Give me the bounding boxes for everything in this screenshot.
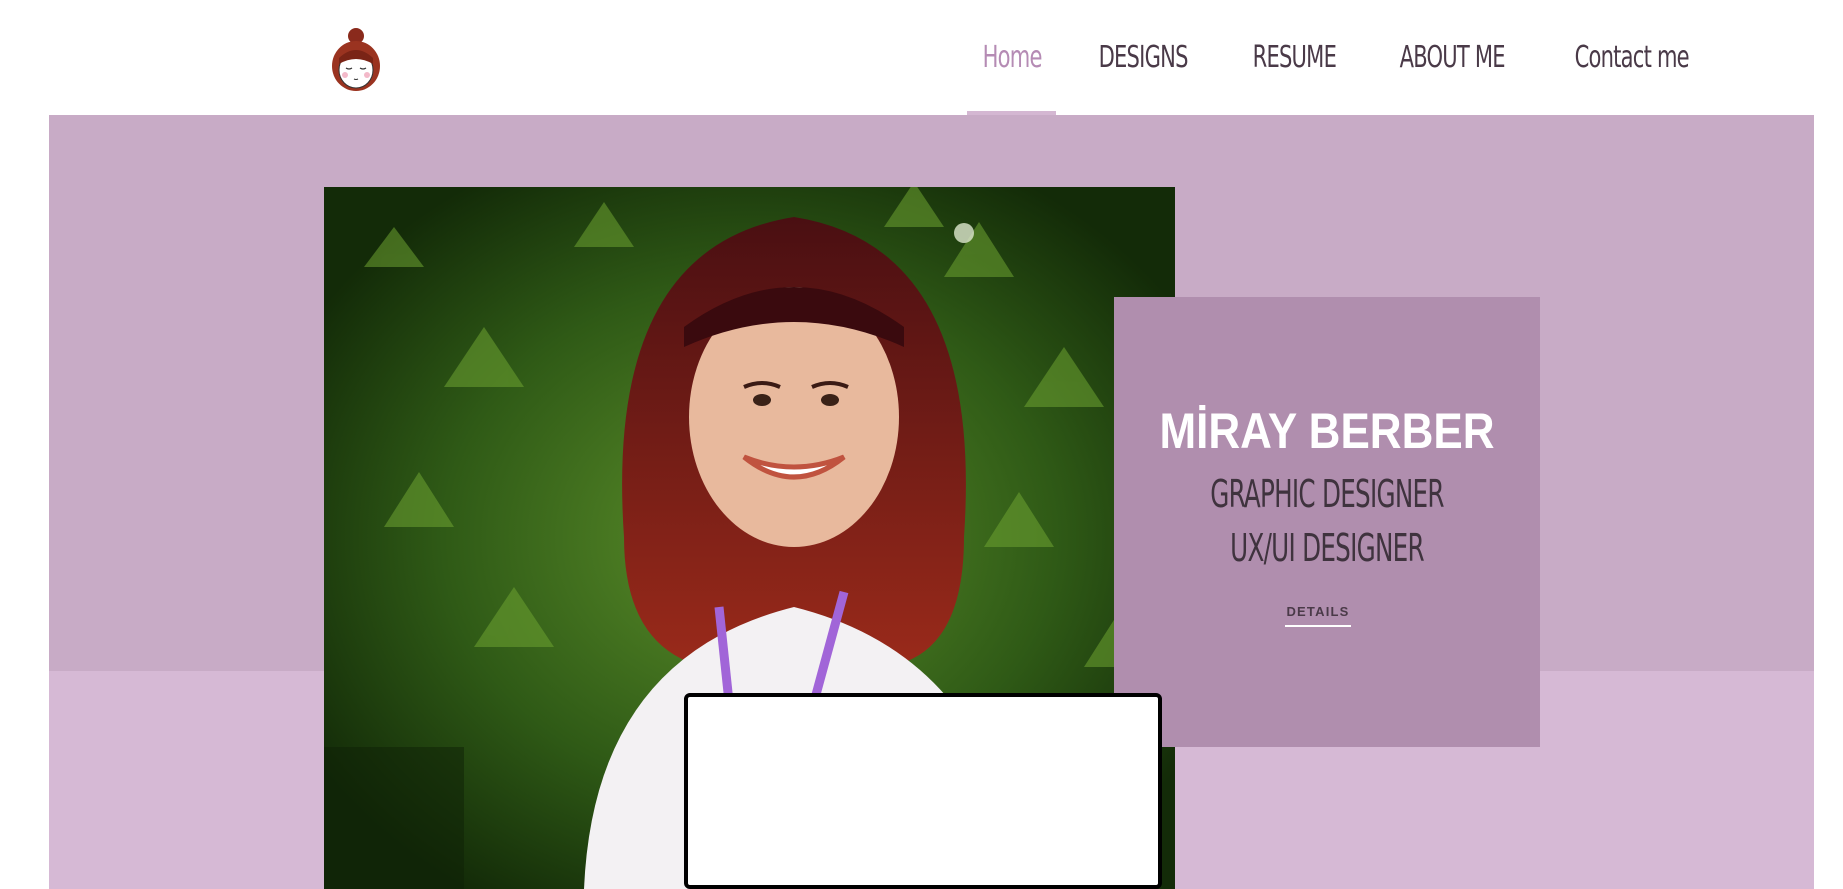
designer-name: MİRAY BERBER — [1159, 403, 1495, 459]
nav-designs[interactable]: DESIGNS — [1083, 0, 1203, 115]
site-header: Home DESIGNS RESUME ABOUT ME Contact me — [0, 0, 1843, 115]
logo-icon[interactable] — [327, 26, 385, 92]
main-nav: Home DESIGNS RESUME ABOUT ME Contact me — [967, 0, 1745, 115]
details-link[interactable]: DETAILS — [1285, 604, 1351, 627]
overlay-box[interactable] — [684, 693, 1162, 889]
role-ux-ui-designer: UX/UI DESIGNER — [1230, 526, 1424, 570]
role-graphic-designer: GRAPHIC DESIGNER — [1210, 472, 1444, 516]
nav-home[interactable]: Home — [967, 0, 1057, 115]
intro-card: MİRAY BERBER GRAPHIC DESIGNER UX/UI DESI… — [1114, 297, 1540, 747]
nav-contact-me[interactable]: Contact me — [1559, 0, 1704, 115]
nav-resume[interactable]: RESUME — [1237, 0, 1352, 115]
girl-avatar-logo-icon — [332, 28, 380, 91]
nav-about-me[interactable]: ABOUT ME — [1384, 0, 1520, 115]
